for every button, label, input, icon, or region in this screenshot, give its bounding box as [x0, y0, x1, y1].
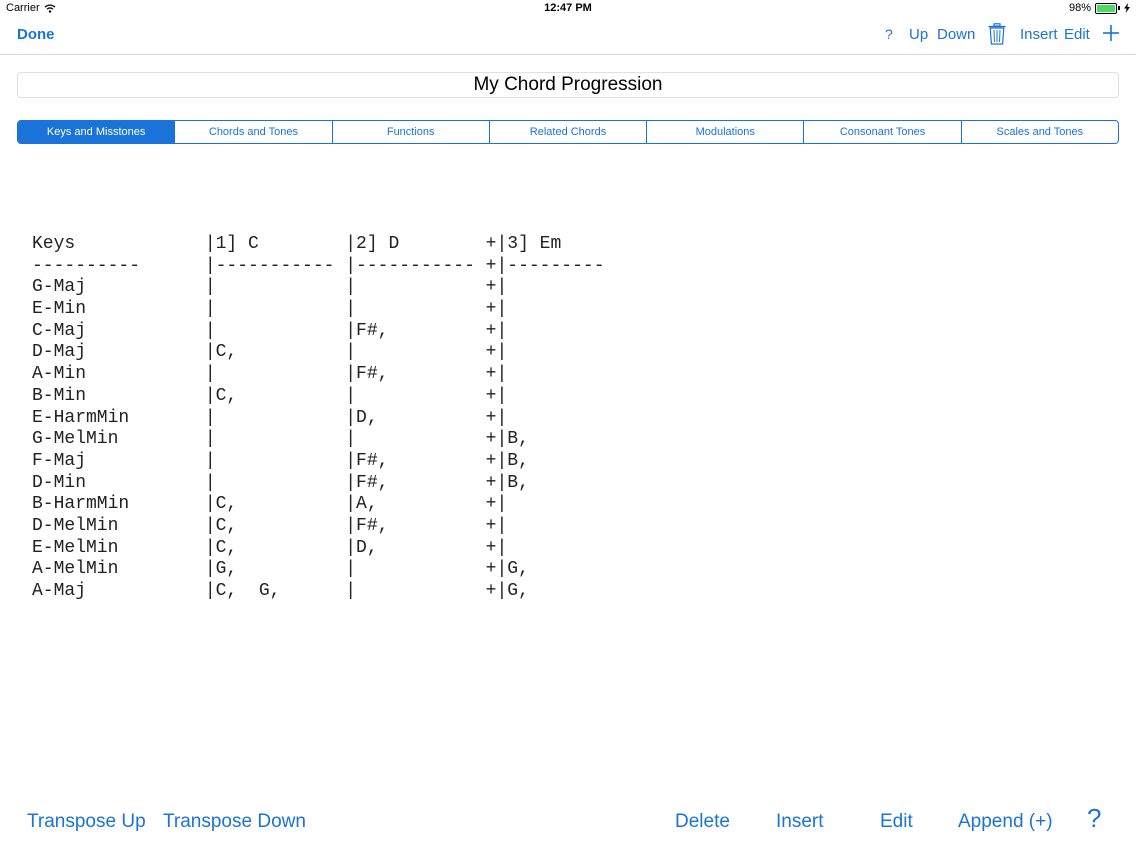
table-row: D-MelMin |C, |F#, +| [32, 515, 508, 536]
table-row: C-Maj | |F#, +| [32, 320, 508, 341]
append-button[interactable]: Append (+) [958, 811, 1053, 833]
battery-fill [1097, 4, 1115, 12]
table-header-row: Keys |1] C |2] D +|3] Em [32, 234, 562, 254]
tab-related-chords[interactable]: Related Chords [488, 121, 646, 143]
table-row: F-Maj | |F#, +|B, [32, 450, 529, 471]
table-row: G-MelMin | | +|B, [32, 429, 529, 450]
tab-consonant-tones[interactable]: Consonant Tones [803, 121, 960, 143]
progression-title[interactable]: My Chord Progression [17, 72, 1119, 98]
tab-chords-and-tones[interactable]: Chords and Tones [174, 121, 331, 143]
down-button[interactable]: Down [937, 26, 975, 43]
table-row: A-MelMin |G, | +|G, [32, 559, 529, 580]
status-right: 98% [1069, 2, 1130, 14]
insert-button[interactable]: Insert [1020, 26, 1058, 43]
up-button[interactable]: Up [909, 26, 928, 43]
table-row: E-MelMin |C, |D, +| [32, 537, 508, 558]
tab-modulations[interactable]: Modulations [646, 121, 803, 143]
table-row: B-Min |C, | +| [32, 385, 508, 406]
table-row: E-HarmMin | |D, +| [32, 407, 508, 428]
bottom-help-button[interactable]: ? [1087, 803, 1101, 834]
charging-icon [1124, 3, 1130, 13]
keys-table: Keys |1] C |2] D +|3] Em ---------- |---… [32, 234, 605, 603]
table-row: A-Maj |C, G, | +|G, [32, 581, 529, 601]
plus-icon[interactable] [1103, 25, 1119, 41]
table-row: D-Min | |F#, +|B, [32, 472, 529, 493]
table-separator-row: ---------- |----------- |----------- +|-… [32, 255, 605, 276]
status-bar: Carrier 12:47 PM 98% [0, 0, 1136, 18]
bottom-edit-button[interactable]: Edit [880, 811, 913, 833]
table-row: E-Min | | +| [32, 299, 508, 320]
tab-keys-and-misstones[interactable]: Keys and Misstones [18, 121, 175, 143]
trash-icon[interactable] [988, 23, 1006, 45]
done-button[interactable]: Done [17, 26, 55, 43]
table-row: D-Maj |C, | +| [32, 342, 508, 363]
nav-bar: Done ? Up Down Insert Edit [0, 18, 1136, 55]
transpose-up-button[interactable]: Transpose Up [27, 811, 146, 833]
status-time: 12:47 PM [544, 2, 592, 14]
battery-cap [1118, 6, 1120, 10]
transpose-down-button[interactable]: Transpose Down [163, 811, 306, 833]
table-row: G-Maj | | +| [32, 277, 508, 298]
tab-functions[interactable]: Functions [331, 121, 489, 143]
bottom-insert-button[interactable]: Insert [776, 811, 824, 833]
table-row: B-HarmMin |C, |A, +| [32, 494, 508, 515]
battery-percent: 98% [1068, 2, 1091, 14]
tab-bar: Keys and Misstones Chords and Tones Func… [17, 120, 1119, 144]
help-button[interactable]: ? [885, 26, 893, 42]
table-row: A-Min | |F#, +| [32, 364, 508, 385]
battery-icon [1095, 2, 1117, 14]
tab-scales-and-tones[interactable]: Scales and Tones [960, 121, 1118, 143]
delete-button[interactable]: Delete [675, 811, 730, 833]
edit-button[interactable]: Edit [1064, 26, 1090, 43]
